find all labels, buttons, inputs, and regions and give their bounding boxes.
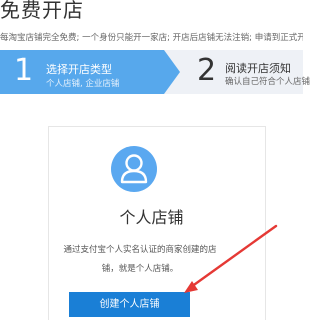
step-1-subtitle: 个人店铺, 企业店铺: [46, 79, 120, 89]
step-2-number: 2: [197, 53, 217, 88]
card-description: 通过支付宝个人实名认证的商家创建的店铺，就是个人店铺。: [63, 245, 217, 274]
create-personal-shop-button[interactable]: 创建个人店铺: [69, 292, 190, 317]
person-icon: [111, 146, 157, 192]
notice-text: 每淘宝店铺完全免费; 一个身份只能开一家店; 开店后店铺无法注销; 申请到正式开…: [0, 33, 303, 43]
card-title: 个人店铺: [119, 208, 184, 227]
step-2-subtitle: 确认自己符合个人店铺: [225, 77, 311, 87]
step-1-number: 1: [14, 53, 34, 88]
page-title: 免费开店: [0, 0, 84, 22]
step-2-title: 阅读开店须知: [225, 62, 291, 75]
step-1-choose-type[interactable]: 1 选择开店类型 个人店铺, 企业店铺: [0, 50, 180, 94]
step-1-title: 选择开店类型: [46, 63, 112, 76]
